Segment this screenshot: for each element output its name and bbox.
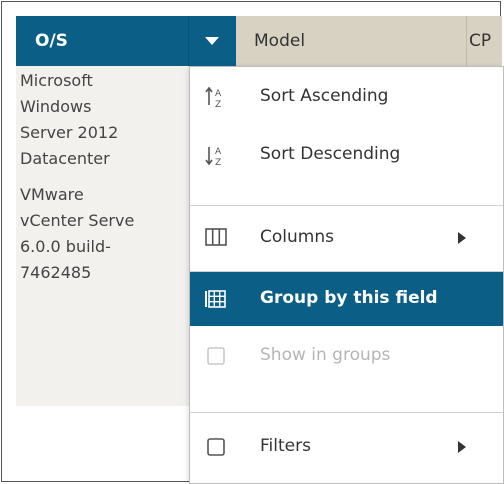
menu-item-label: Filters	[260, 436, 311, 456]
os-line: Microsoft	[20, 71, 93, 90]
menu-item-label: Group by this field	[260, 288, 438, 308]
menu-item-sort-descending[interactable]: A Z Sort Descending	[190, 127, 503, 187]
column-header-os-label: O/S	[35, 31, 68, 51]
svg-text:Z: Z	[215, 158, 221, 167]
sort-ascending-icon: A Z	[205, 86, 222, 109]
menu-item-label: Sort Ascending	[260, 86, 389, 106]
os-line: vCenter Serve	[20, 211, 135, 230]
column-header-cpu[interactable]: CP	[466, 16, 502, 66]
caret-down-icon	[205, 37, 219, 45]
os-column: Microsoft Windows Server 2012 Datacenter…	[20, 68, 180, 296]
column-menu-button[interactable]	[188, 16, 236, 66]
group-icon	[205, 290, 226, 308]
os-line: Datacenter	[20, 149, 110, 168]
os-line: Windows	[20, 97, 92, 116]
grid-header: O/S Model CP	[16, 16, 502, 66]
sort-descending-icon: A Z	[205, 147, 222, 167]
menu-item-show-in-groups: Show in groups	[190, 326, 503, 386]
submenu-arrow-icon	[458, 232, 466, 244]
menu-item-filters[interactable]: Filters	[190, 413, 503, 483]
os-line: 6.0.0 build-	[20, 237, 111, 256]
os-line: VMware	[20, 185, 84, 204]
submenu-arrow-icon	[458, 441, 466, 453]
menu-item-group-by[interactable]: Group by this field	[190, 272, 503, 326]
menu-item-label: Columns	[260, 227, 334, 247]
table-cell-os: VMware vCenter Serve 6.0.0 build- 746248…	[20, 182, 180, 286]
column-header-model-label: Model	[254, 31, 306, 51]
column-header-cpu-label: CP	[469, 31, 492, 51]
menu-item-sort-ascending[interactable]: A Z Sort Ascending	[190, 67, 503, 127]
svg-text:A: A	[215, 147, 222, 157]
svg-text:A: A	[215, 89, 222, 99]
checkbox-icon	[207, 438, 225, 456]
menu-item-label: Sort Descending	[260, 144, 401, 164]
os-line: Server 2012	[20, 123, 119, 142]
checkbox-icon	[207, 347, 225, 365]
column-header-os[interactable]: O/S	[16, 16, 188, 66]
column-menu: A Z Sort Ascending A Z Sort Descending C…	[189, 66, 504, 484]
svg-text:Z: Z	[215, 100, 221, 109]
columns-icon	[205, 228, 227, 246]
menu-item-label: Show in groups	[260, 345, 391, 365]
os-line: 7462485	[20, 263, 92, 282]
table-cell-os: Microsoft Windows Server 2012 Datacenter	[20, 68, 180, 172]
menu-item-columns[interactable]: Columns	[190, 206, 503, 270]
column-header-model[interactable]: Model	[236, 16, 466, 66]
